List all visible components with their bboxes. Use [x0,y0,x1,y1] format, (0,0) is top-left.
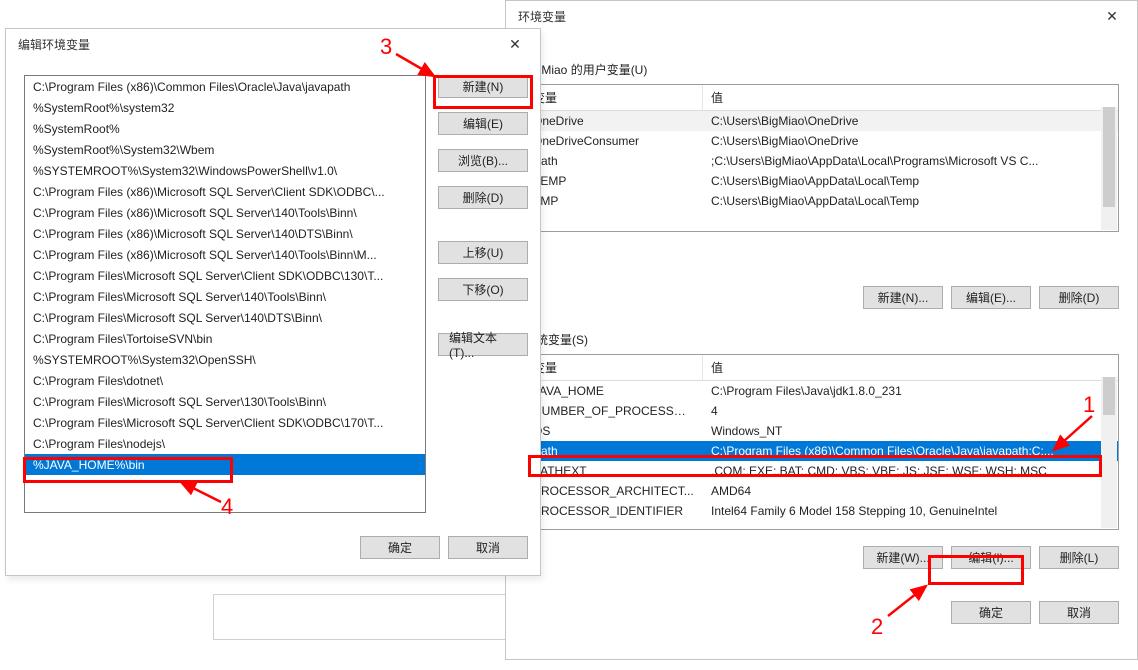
path-entry-row[interactable]: %SystemRoot% [25,118,425,139]
new-entry-button[interactable]: 新建(N) [438,75,528,98]
var-value-cell: C:\Users\BigMiao\AppData\Local\Temp [703,191,1118,211]
path-entry-row[interactable]: C:\Program Files (x86)\Microsoft SQL Ser… [25,181,425,202]
path-entry-row[interactable]: C:\Program Files (x86)\Microsoft SQL Ser… [25,223,425,244]
edit-env-var-dialog: 编辑环境变量 ✕ C:\Program Files (x86)\Common F… [5,28,541,576]
var-name-cell: OneDriveConsumer [525,131,703,151]
user-var-row[interactable]: Path;C:\Users\BigMiao\AppData\Local\Prog… [525,151,1118,171]
var-name-cell: OS [525,421,703,441]
var-value-cell: ;C:\Users\BigMiao\AppData\Local\Programs… [703,151,1118,171]
path-entry-row[interactable]: C:\Program Files\Microsoft SQL Server\14… [25,286,425,307]
var-name-cell: Path [525,151,703,171]
var-value-cell: C:\Program Files\Java\jdk1.8.0_231 [703,381,1118,401]
env-title: 环境变量 [518,8,566,25]
sys-vars-table[interactable]: 变量 值 JAVA_HOMEC:\Program Files\Java\jdk1… [524,354,1119,530]
delete-entry-button[interactable]: 删除(D) [438,186,528,209]
path-entry-row[interactable]: C:\Program Files (x86)\Microsoft SQL Ser… [25,244,425,265]
user-var-row[interactable]: TEMPC:\Users\BigMiao\AppData\Local\Temp [525,171,1118,191]
var-value-cell: C:\Program Files (x86)\Common Files\Orac… [703,441,1118,461]
user-new-button[interactable]: 新建(N)... [863,286,943,309]
user-vars-label: BigMiao 的用户变量(U) [524,61,1119,78]
path-entry-row[interactable]: C:\Program Files (x86)\Common Files\Orac… [25,76,425,97]
sys-var-row[interactable]: PROCESSOR_IDENTIFIERIntel64 Family 6 Mod… [525,501,1118,521]
var-name-cell: Path [525,441,703,461]
user-var-row[interactable]: TMPC:\Users\BigMiao\AppData\Local\Temp [525,191,1118,211]
path-entry-row[interactable]: C:\Program Files (x86)\Microsoft SQL Ser… [25,202,425,223]
edit-title: 编辑环境变量 [18,36,90,53]
edit-cancel-button[interactable]: 取消 [448,536,528,559]
sys-var-row[interactable]: JAVA_HOMEC:\Program Files\Java\jdk1.8.0_… [525,381,1118,401]
path-entry-row[interactable]: %SYSTEMROOT%\System32\WindowsPowerShell\… [25,160,425,181]
sys-var-row[interactable]: PROCESSOR_ARCHITECT...AMD64 [525,481,1118,501]
var-name-cell: TMP [525,191,703,211]
sys-scrollbar[interactable] [1101,377,1117,528]
path-entry-row[interactable]: %SYSTEMROOT%\System32\OpenSSH\ [25,349,425,370]
sys-new-button[interactable]: 新建(W)... [863,546,943,569]
user-edit-button[interactable]: 编辑(E)... [951,286,1031,309]
path-entry-row[interactable]: C:\Program Files\TortoiseSVN\bin [25,328,425,349]
env-cancel-button[interactable]: 取消 [1039,601,1119,624]
var-value-cell: C:\Users\BigMiao\OneDrive [703,131,1118,151]
path-entry-row[interactable]: C:\Program Files\Microsoft SQL Server\Cl… [25,265,425,286]
var-value-cell: C:\Users\BigMiao\OneDrive [703,111,1118,131]
sys-var-row[interactable]: PathC:\Program Files (x86)\Common Files\… [525,441,1118,461]
path-entry-row[interactable]: C:\Program Files\Microsoft SQL Server\13… [25,391,425,412]
user-col-var[interactable]: 变量 [525,85,703,110]
path-entry-row[interactable]: C:\Program Files\Microsoft SQL Server\Cl… [25,412,425,433]
var-name-cell: PATHEXT [525,461,703,481]
path-entry-row[interactable]: C:\Program Files\Microsoft SQL Server\14… [25,307,425,328]
sys-vars-label: 系统变量(S) [524,331,1119,348]
env-titlebar: 环境变量 ✕ [506,1,1137,31]
close-icon[interactable]: ✕ [1091,2,1133,30]
var-name-cell: OneDrive [525,111,703,131]
sys-var-row[interactable]: NUMBER_OF_PROCESSORS4 [525,401,1118,421]
var-value-cell: Intel64 Family 6 Model 158 Stepping 10, … [703,501,1118,521]
path-entry-row[interactable]: C:\Program Files\nodejs\ [25,433,425,454]
edit-text-button[interactable]: 编辑文本(T)... [438,333,528,356]
var-value-cell: .COM;.EXE;.BAT;.CMD;.VBS;.VBE;.JS;.JSE;.… [703,461,1118,481]
move-up-button[interactable]: 上移(U) [438,241,528,264]
var-name-cell: PROCESSOR_ARCHITECT... [525,481,703,501]
var-value-cell: C:\Users\BigMiao\AppData\Local\Temp [703,171,1118,191]
user-delete-button[interactable]: 删除(D) [1039,286,1119,309]
browse-button[interactable]: 浏览(B)... [438,149,528,172]
sys-edit-button[interactable]: 编辑(I)... [951,546,1031,569]
var-value-cell: Windows_NT [703,421,1118,441]
var-value-cell: 4 [703,401,1118,421]
path-entry-row[interactable]: %SystemRoot%\System32\Wbem [25,139,425,160]
user-var-row[interactable]: OneDriveC:\Users\BigMiao\OneDrive [525,111,1118,131]
path-entries-list[interactable]: C:\Program Files (x86)\Common Files\Orac… [24,75,426,513]
path-entry-row[interactable]: %SystemRoot%\system32 [25,97,425,118]
user-vars-table[interactable]: 变量 值 OneDriveC:\Users\BigMiao\OneDriveOn… [524,84,1119,232]
var-name-cell: NUMBER_OF_PROCESSORS [525,401,703,421]
move-down-button[interactable]: 下移(O) [438,278,528,301]
sys-col-val[interactable]: 值 [703,355,1118,380]
user-scrollbar[interactable] [1101,107,1117,230]
edit-entry-button[interactable]: 编辑(E) [438,112,528,135]
sys-delete-button[interactable]: 删除(L) [1039,546,1119,569]
user-col-val[interactable]: 值 [703,85,1118,110]
var-name-cell: JAVA_HOME [525,381,703,401]
close-icon[interactable]: ✕ [494,30,536,58]
env-vars-dialog: 环境变量 ✕ BigMiao 的用户变量(U) 变量 值 OneDriveC:\… [505,0,1138,660]
sys-var-row[interactable]: OSWindows_NT [525,421,1118,441]
env-ok-button[interactable]: 确定 [951,601,1031,624]
path-entry-row[interactable]: %JAVA_HOME%\bin [25,454,425,475]
user-var-row[interactable]: OneDriveConsumerC:\Users\BigMiao\OneDriv… [525,131,1118,151]
edit-ok-button[interactable]: 确定 [360,536,440,559]
var-value-cell: AMD64 [703,481,1118,501]
var-name-cell: TEMP [525,171,703,191]
edit-titlebar: 编辑环境变量 ✕ [6,29,540,59]
sys-col-var[interactable]: 变量 [525,355,703,380]
sys-var-row[interactable]: PATHEXT.COM;.EXE;.BAT;.CMD;.VBS;.VBE;.JS… [525,461,1118,481]
var-name-cell: PROCESSOR_IDENTIFIER [525,501,703,521]
path-entry-row[interactable]: C:\Program Files\dotnet\ [25,370,425,391]
